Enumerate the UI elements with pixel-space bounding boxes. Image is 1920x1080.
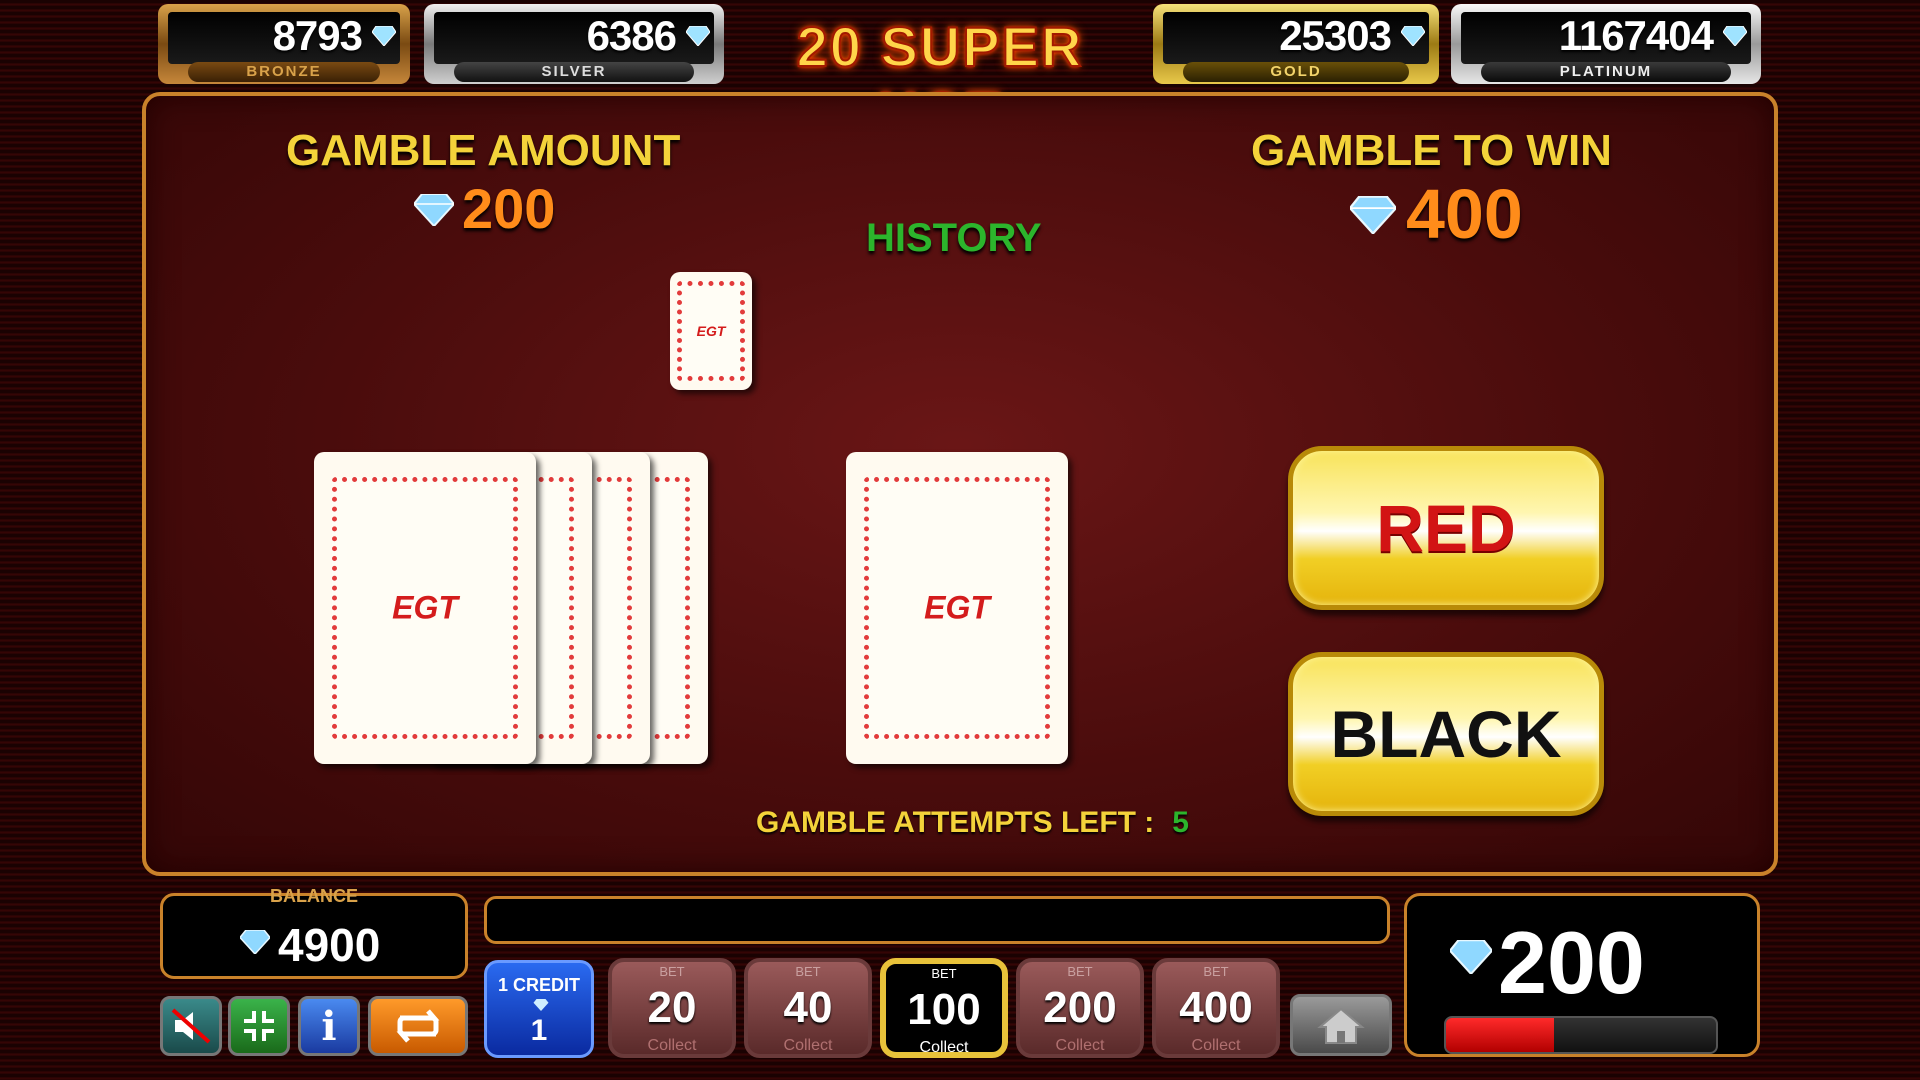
bet-button-40[interactable]: BET 40 Collect <box>744 958 872 1058</box>
bet-button-label: BET <box>659 964 685 979</box>
gamble-amount-label: GAMBLE AMOUNT <box>286 126 681 175</box>
autoplay-icon <box>396 1009 440 1043</box>
black-button[interactable]: BLACK <box>1288 652 1604 816</box>
gamble-card: EGT <box>846 452 1068 764</box>
home-button[interactable] <box>1290 994 1392 1056</box>
bet-button-200[interactable]: BET 200 Collect <box>1016 958 1144 1058</box>
egt-logo: EGT <box>924 589 990 626</box>
bet-button-value: 200 <box>1043 983 1117 1032</box>
bet-button-value: 400 <box>1179 983 1253 1032</box>
jackpot-label: GOLD <box>1183 62 1409 82</box>
mute-button[interactable] <box>160 996 222 1056</box>
gamble-amount-value: 200 <box>462 177 556 240</box>
gamble-attempts-value: 5 <box>1172 806 1189 839</box>
credit-button[interactable]: 1 CREDIT 1 <box>484 960 594 1058</box>
gamble-to-win-value: 400 <box>1406 175 1523 253</box>
diamond-icon <box>372 26 396 46</box>
bet-button-value: 20 <box>647 983 697 1032</box>
jackpot-value: 8793 <box>272 12 363 59</box>
diamond-icon <box>1450 940 1492 974</box>
credit-title: 1 CREDIT <box>497 975 580 995</box>
balance-label: BALANCE <box>270 886 358 906</box>
win-progress-fill <box>1446 1018 1554 1052</box>
gamble-attempts-label: GAMBLE ATTEMPTS LEFT : <box>756 806 1155 839</box>
bet-button-value: 40 <box>783 983 833 1032</box>
diamond-icon <box>686 26 710 46</box>
gamble-to-win-label: GAMBLE TO WIN <box>1251 126 1612 175</box>
bet-button-collect: Collect <box>783 1037 833 1054</box>
bet-button-label: BET <box>1067 964 1093 979</box>
jackpot-value: 1167404 <box>1558 12 1714 59</box>
egt-logo: EGT <box>696 323 726 339</box>
win-value: 200 <box>1498 913 1645 1012</box>
egt-logo: EGT <box>392 589 458 626</box>
diamond-icon <box>1401 26 1425 46</box>
win-progress-bar <box>1444 1016 1718 1054</box>
fullscreen-icon <box>244 1011 274 1041</box>
jackpot-gold: 25303 GOLD <box>1153 4 1439 84</box>
jackpot-value: 6386 <box>586 12 677 59</box>
diamond-icon <box>1350 196 1396 234</box>
gamble-panel: GAMBLE AMOUNT 200 HISTORY GAMBLE TO WIN … <box>142 92 1778 876</box>
bet-button-20[interactable]: BET 20 Collect <box>608 958 736 1058</box>
autoplay-button[interactable] <box>368 996 468 1056</box>
diamond-icon <box>414 194 454 226</box>
jackpot-label: PLATINUM <box>1481 62 1731 82</box>
balance-value: 4900 <box>278 919 381 971</box>
bet-button-400[interactable]: BET 400 Collect <box>1152 958 1280 1058</box>
message-bar <box>484 896 1390 944</box>
home-icon <box>1317 1007 1365 1044</box>
bet-button-100[interactable]: BET 100 Collect <box>880 958 1008 1058</box>
bet-button-collect: Collect <box>1055 1037 1105 1054</box>
red-button[interactable]: RED <box>1288 446 1604 610</box>
info-button[interactable]: i <box>298 996 360 1056</box>
bet-button-collect: Collect <box>1191 1037 1241 1054</box>
diamond-icon <box>1723 26 1747 46</box>
diamond-icon <box>240 930 270 954</box>
history-card: EGT <box>670 272 752 390</box>
bet-button-label: BET <box>1203 964 1229 979</box>
gamble-attempts: GAMBLE ATTEMPTS LEFT : 5 <box>756 806 1189 840</box>
jackpot-silver: 6386 SILVER <box>424 4 724 84</box>
bet-button-collect: Collect <box>919 1039 969 1056</box>
bet-button-label: BET <box>795 964 821 979</box>
mute-icon <box>171 1008 211 1044</box>
fullscreen-button[interactable] <box>228 996 290 1056</box>
jackpot-label: SILVER <box>454 62 694 82</box>
deck-card: EGT <box>314 452 536 764</box>
bet-button-label: BET <box>931 966 957 981</box>
history-label: HISTORY <box>866 216 1042 260</box>
bet-button-collect: Collect <box>647 1037 697 1054</box>
info-icon: i <box>321 1002 337 1050</box>
jackpot-label: BRONZE <box>188 62 380 82</box>
jackpot-value: 25303 <box>1279 12 1392 59</box>
jackpot-platinum: 1167404 PLATINUM <box>1451 4 1761 84</box>
credit-value: 1 <box>530 1014 548 1047</box>
diamond-icon <box>533 999 549 1011</box>
bet-button-value: 100 <box>907 985 981 1034</box>
jackpot-bronze: 8793 BRONZE <box>158 4 410 84</box>
